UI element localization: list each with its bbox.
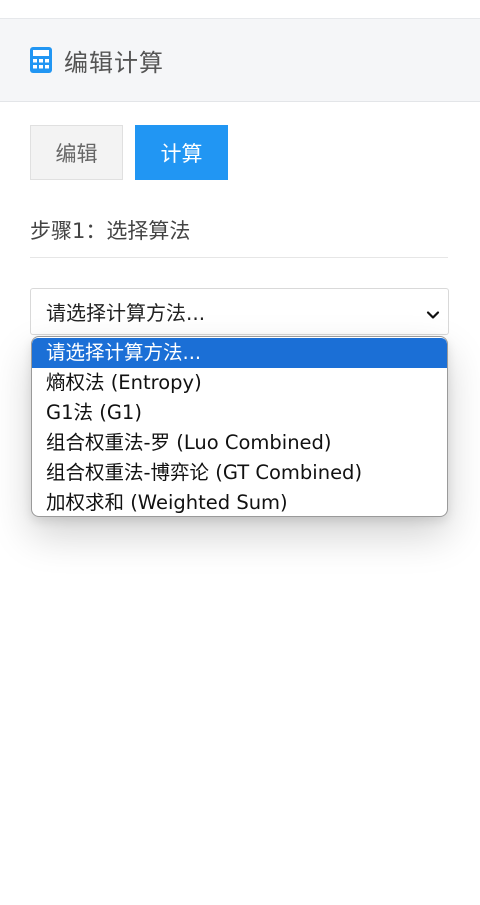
step-title: 步骤1：选择算法 [30, 215, 448, 258]
algorithm-dropdown-list: 请选择计算方法... 熵权法 (Entropy) G1法 (G1) 组合权重法-… [31, 336, 448, 517]
top-strip [0, 0, 480, 18]
mode-tabs: 编辑 计算 [30, 125, 228, 180]
tab-calculate[interactable]: 计算 [135, 125, 228, 180]
calculator-icon [30, 47, 52, 73]
option-g1[interactable]: G1法 (G1) [32, 398, 447, 428]
option-luo-combined[interactable]: 组合权重法-罗 (Luo Combined) [32, 428, 447, 458]
tab-edit[interactable]: 编辑 [30, 125, 123, 180]
page-title: 编辑计算 [64, 48, 164, 77]
algorithm-select-value: 请选择计算方法... [46, 301, 206, 325]
option-weighted-sum[interactable]: 加权求和 (Weighted Sum) [32, 488, 447, 516]
option-placeholder[interactable]: 请选择计算方法... [32, 338, 447, 368]
option-gt-combined[interactable]: 组合权重法-博弈论 (GT Combined) [32, 458, 447, 488]
page-header: 编辑计算 [0, 18, 480, 102]
algorithm-select[interactable]: 请选择计算方法... [30, 288, 449, 335]
option-entropy[interactable]: 熵权法 (Entropy) [32, 368, 447, 398]
chevron-down-icon [426, 303, 440, 319]
